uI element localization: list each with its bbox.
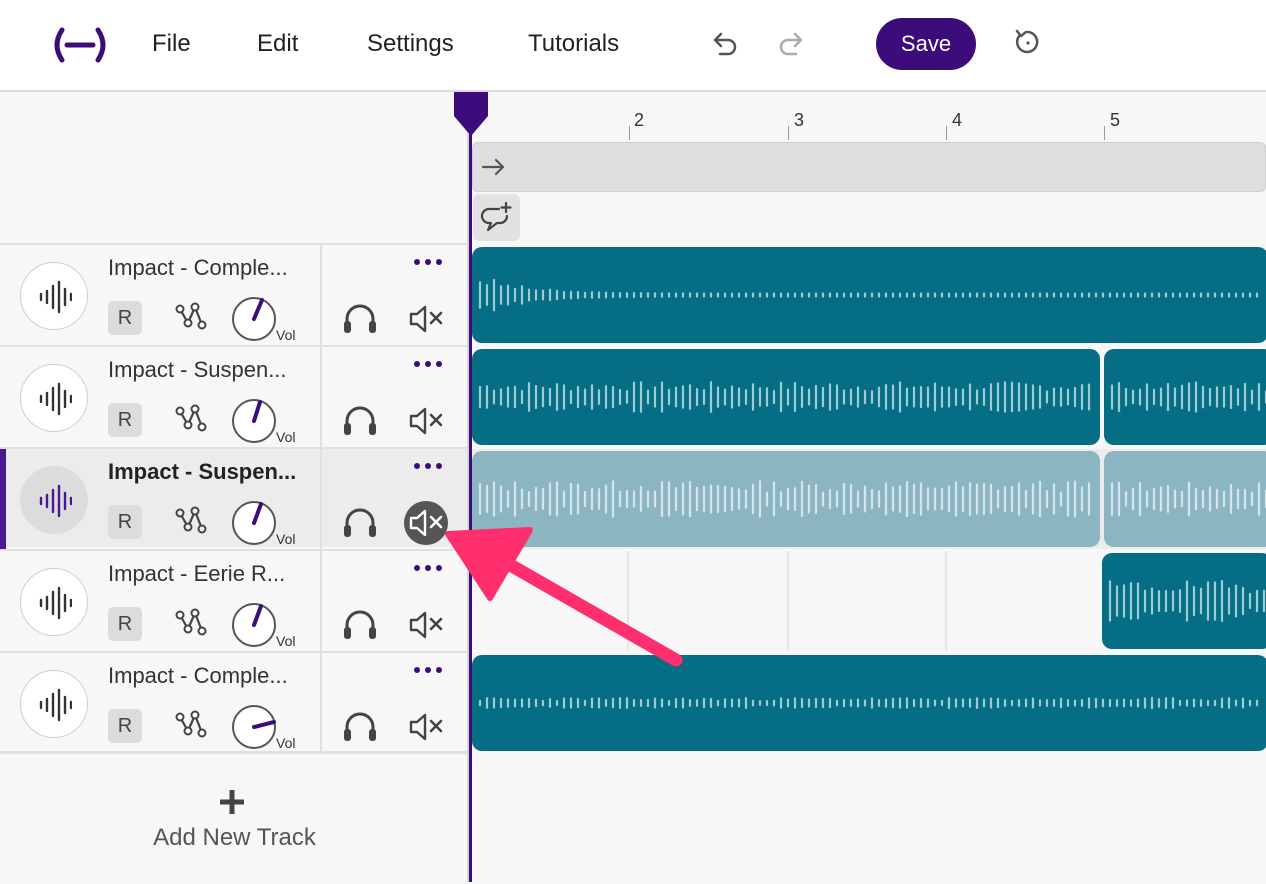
audio-clip[interactable] [1104, 349, 1266, 445]
audio-clip[interactable] [472, 247, 1266, 343]
record-arm-button[interactable]: R [108, 709, 142, 743]
volume-label: Vol [276, 327, 296, 343]
track-name[interactable]: Impact - Comple... [108, 663, 288, 689]
speaker-mute-icon [409, 509, 443, 537]
track-row[interactable]: Impact - Eerie R... R Vol [0, 549, 469, 651]
track-name[interactable]: Impact - Eerie R... [108, 561, 285, 587]
playhead-handle[interactable] [453, 92, 489, 138]
clip-waveform [478, 696, 1259, 710]
track-avatar[interactable] [20, 670, 88, 738]
menu-file[interactable]: File [152, 30, 191, 58]
selection-indicator [0, 449, 6, 549]
menu-edit[interactable]: Edit [257, 30, 298, 58]
volume-knob[interactable] [230, 601, 278, 654]
track-name[interactable]: Impact - Suspen... [108, 357, 287, 383]
volume-knob[interactable] [230, 397, 278, 450]
track-lane[interactable] [470, 245, 1266, 345]
track-name[interactable]: Impact - Suspen... [108, 459, 296, 485]
track-avatar[interactable] [20, 364, 88, 432]
mute-button[interactable] [404, 399, 448, 443]
top-bar: File Edit Settings Tutorials Save [0, 0, 1266, 92]
save-button[interactable]: Save [876, 18, 976, 70]
track-name[interactable]: Impact - Comple... [108, 255, 288, 281]
more-options-icon[interactable] [412, 253, 444, 271]
mute-button[interactable] [404, 705, 448, 749]
automation-icon[interactable] [174, 401, 208, 440]
ruler-tick: 2 [634, 110, 645, 130]
volume-label: Vol [276, 429, 296, 445]
clip-waveform [1110, 381, 1266, 413]
speaker-mute-icon [409, 611, 443, 639]
menu-settings[interactable]: Settings [367, 30, 454, 58]
automation-icon[interactable] [174, 299, 208, 338]
automation-icon[interactable] [174, 503, 208, 542]
volume-knob[interactable] [230, 499, 278, 552]
track-avatar[interactable] [20, 262, 88, 330]
speaker-mute-icon [409, 305, 443, 333]
solo-headphones-icon[interactable] [342, 709, 378, 748]
playhead[interactable] [469, 92, 472, 882]
track-row[interactable]: Impact - Comple... R Vol [0, 243, 469, 345]
volume-label: Vol [276, 735, 296, 751]
audio-clip[interactable] [472, 655, 1266, 751]
waveform-icon [39, 688, 72, 722]
automation-icon[interactable] [174, 707, 208, 746]
menu-tutorials[interactable]: Tutorials [528, 30, 619, 58]
clip-waveform [1110, 481, 1266, 517]
add-comment-button[interactable] [473, 194, 520, 241]
record-arm-button[interactable]: R [108, 607, 142, 641]
speaker-mute-icon [409, 713, 443, 741]
waveform-icon [39, 484, 72, 518]
audio-clip-muted[interactable] [1104, 451, 1266, 547]
audio-clip[interactable] [1102, 553, 1266, 649]
ruler-tick: 3 [794, 110, 805, 130]
redo-icon[interactable] [776, 28, 808, 65]
speaker-mute-icon [409, 407, 443, 435]
automation-icon[interactable] [174, 605, 208, 644]
track-avatar[interactable] [20, 466, 88, 534]
arrow-right-icon [481, 158, 505, 176]
volume-label: Vol [276, 531, 296, 547]
solo-headphones-icon[interactable] [342, 607, 378, 646]
history-icon[interactable] [1012, 26, 1044, 63]
volume-label: Vol [276, 633, 296, 649]
waveform-icon [39, 280, 72, 314]
ruler-tick: 4 [952, 110, 963, 130]
plus-icon [220, 790, 244, 814]
track-row[interactable]: Impact - Suspen... R Vol [0, 345, 469, 447]
mute-button[interactable] [404, 297, 448, 341]
solo-headphones-icon[interactable] [342, 403, 378, 442]
undo-icon[interactable] [708, 28, 740, 65]
track-row[interactable]: Impact - Comple... R Vol [0, 651, 469, 753]
record-arm-button[interactable]: R [108, 505, 142, 539]
timeline-ruler[interactable]: 2 3 4 5 [470, 92, 1266, 140]
track-row-selected[interactable]: Impact - Suspen... R Vol [0, 447, 469, 549]
track-avatar[interactable] [20, 568, 88, 636]
clip-waveform [478, 381, 1091, 413]
waveform-icon [39, 382, 72, 416]
solo-headphones-icon[interactable] [342, 301, 378, 340]
clip-waveform [1108, 580, 1266, 622]
app-logo[interactable] [50, 26, 110, 69]
waveform-icon [39, 586, 72, 620]
more-options-icon[interactable] [412, 457, 444, 475]
record-arm-button[interactable]: R [108, 403, 142, 437]
track-lane[interactable] [470, 347, 1266, 447]
add-new-track-label: Add New Track [153, 824, 316, 851]
loop-region-bar[interactable] [472, 142, 1266, 192]
add-comment-icon [480, 201, 512, 232]
volume-knob[interactable] [230, 703, 278, 756]
track-lane[interactable] [470, 653, 1266, 753]
clip-waveform [478, 278, 1259, 312]
add-new-track-button[interactable]: Add New Track [0, 752, 469, 884]
annotation-arrow [445, 527, 683, 667]
record-arm-button[interactable]: R [108, 301, 142, 335]
solo-headphones-icon[interactable] [342, 505, 378, 544]
ruler-tick: 5 [1110, 110, 1121, 130]
volume-knob[interactable] [230, 295, 278, 348]
audio-clip[interactable] [472, 349, 1100, 445]
more-options-icon[interactable] [412, 355, 444, 373]
